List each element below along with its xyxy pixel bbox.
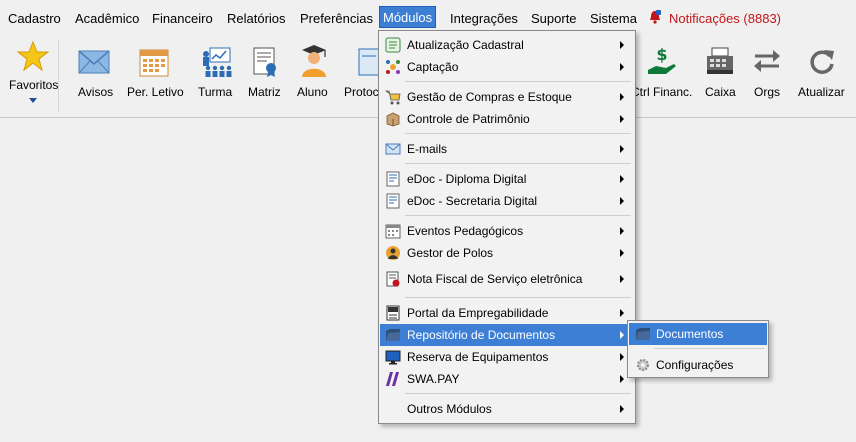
menu-integracoes[interactable]: Integrações bbox=[450, 10, 518, 28]
submenu-arrow-icon bbox=[620, 175, 624, 183]
refresh-icon bbox=[810, 50, 834, 74]
menu-item-gestao-compras[interactable]: Gestão de Compras e Estoque bbox=[380, 86, 634, 108]
calendar-icon bbox=[385, 224, 401, 239]
submenu-arrow-icon bbox=[620, 145, 624, 153]
atualizar-button[interactable]: Atualizar bbox=[794, 34, 850, 114]
protocol-icon bbox=[358, 48, 380, 76]
menu-suporte[interactable]: Suporte bbox=[531, 10, 577, 28]
submenu-arrow-icon bbox=[620, 405, 624, 413]
submenu-arrow-icon bbox=[620, 275, 624, 283]
menu-item-edoc-secretaria[interactable]: eDoc - Secretaria Digital bbox=[380, 190, 634, 212]
cv-icon bbox=[386, 305, 400, 321]
bell-icon bbox=[650, 10, 661, 24]
menu-academico[interactable]: Acadêmico bbox=[75, 10, 139, 28]
menu-item-emails[interactable]: E-mails bbox=[380, 138, 634, 160]
student-icon bbox=[302, 45, 326, 77]
chevron-down-icon[interactable] bbox=[29, 98, 37, 103]
menu-item-eventos-pedagogicos[interactable]: Eventos Pedagógicos bbox=[380, 220, 634, 242]
submenu-arrow-icon bbox=[620, 227, 624, 235]
list-icon bbox=[385, 37, 401, 53]
menu-modulos[interactable]: Módulos bbox=[379, 6, 437, 28]
matriz-button[interactable]: Matriz bbox=[244, 34, 286, 114]
submenu-item-configuracoes[interactable]: Configurações bbox=[629, 354, 767, 376]
menu-bar: Cadastro Acadêmico Financeiro Relatórios… bbox=[0, 0, 856, 34]
modules-dropdown: Atualização Cadastral Captação Gestão de… bbox=[378, 30, 636, 424]
gear-icon bbox=[637, 359, 649, 371]
submenu-arrow-icon bbox=[620, 331, 624, 339]
slash-icon bbox=[386, 372, 399, 386]
submenu-arrow-icon bbox=[620, 197, 624, 205]
cart-icon bbox=[385, 90, 401, 105]
certificate-icon bbox=[253, 47, 276, 77]
submenu-arrow-icon bbox=[620, 309, 624, 317]
menu-item-portal-empregabilidade[interactable]: Portal da Empregabilidade bbox=[380, 302, 634, 324]
swap-arrows-icon bbox=[754, 50, 780, 72]
periodo-letivo-button[interactable]: Per. Letivo bbox=[124, 34, 186, 114]
submenu-arrow-icon bbox=[620, 375, 624, 383]
menu-cadastro[interactable]: Cadastro bbox=[8, 10, 61, 28]
globe-person-icon bbox=[386, 246, 400, 260]
protocolo-button[interactable]: Protoc bbox=[342, 34, 380, 114]
submenu-arrow-icon bbox=[620, 41, 624, 49]
invoice-icon bbox=[386, 271, 400, 287]
menu-item-outros-modulos[interactable]: Outros Módulos bbox=[380, 398, 634, 420]
classroom-icon bbox=[203, 47, 232, 77]
cash-register-icon bbox=[707, 47, 733, 74]
star-icon bbox=[17, 40, 49, 72]
menu-preferencias[interactable]: Preferências bbox=[300, 10, 373, 28]
menu-item-edoc-diploma[interactable]: eDoc - Diploma Digital bbox=[380, 168, 634, 190]
repositorio-submenu: Documentos Configurações bbox=[627, 320, 769, 378]
submenu-arrow-icon bbox=[620, 249, 624, 257]
money-hand-icon: $ bbox=[648, 46, 676, 74]
favoritos-button[interactable]: Favoritos bbox=[0, 34, 58, 114]
envelope-icon bbox=[385, 143, 401, 155]
notifications-link[interactable]: Notificações (8883) bbox=[669, 10, 781, 28]
network-icon bbox=[386, 60, 400, 74]
menu-item-atualizacao-cadastral[interactable]: Atualização Cadastral bbox=[380, 34, 634, 56]
folder-icon bbox=[636, 328, 650, 340]
submenu-arrow-icon bbox=[620, 93, 624, 101]
submenu-arrow-icon bbox=[620, 115, 624, 123]
calendar-icon bbox=[139, 49, 169, 77]
caixa-button[interactable]: Caixa bbox=[700, 34, 742, 114]
monitor-icon bbox=[385, 350, 401, 365]
submenu-item-documentos[interactable]: Documentos bbox=[629, 323, 767, 345]
document-icon bbox=[386, 193, 400, 209]
menu-item-captacao[interactable]: Captação bbox=[380, 56, 634, 78]
submenu-arrow-icon bbox=[620, 63, 624, 71]
avisos-button[interactable]: Avisos bbox=[72, 34, 118, 114]
turma-button[interactable]: Turma bbox=[194, 34, 238, 114]
menu-item-repositorio-documentos[interactable]: Repositório de Documentos bbox=[380, 324, 634, 346]
aluno-button[interactable]: Aluno bbox=[294, 34, 334, 114]
submenu-arrow-icon bbox=[620, 353, 624, 361]
menu-financeiro[interactable]: Financeiro bbox=[152, 10, 213, 28]
document-icon bbox=[386, 171, 400, 187]
menu-item-controle-patrimonio[interactable]: Controle de Patrimônio bbox=[380, 108, 634, 130]
box-icon bbox=[386, 112, 400, 127]
controle-financeiro-button[interactable]: $ Ctrl Financ. bbox=[630, 34, 692, 114]
envelope-icon bbox=[78, 50, 110, 74]
orgs-button[interactable]: Orgs bbox=[748, 34, 788, 114]
menu-item-swa-pay[interactable]: SWA.PAY bbox=[380, 368, 634, 390]
menu-item-nota-fiscal[interactable]: Nota Fiscal de Serviço eletrônica bbox=[380, 268, 634, 290]
svg-text:$: $ bbox=[656, 46, 667, 64]
menu-item-reserva-equipamentos[interactable]: Reserva de Equipamentos bbox=[380, 346, 634, 368]
menu-relatorios[interactable]: Relatórios bbox=[227, 10, 286, 28]
folder-icon bbox=[386, 329, 400, 341]
menu-item-gestor-polos[interactable]: Gestor de Polos bbox=[380, 242, 634, 264]
menu-sistema[interactable]: Sistema bbox=[590, 10, 637, 28]
